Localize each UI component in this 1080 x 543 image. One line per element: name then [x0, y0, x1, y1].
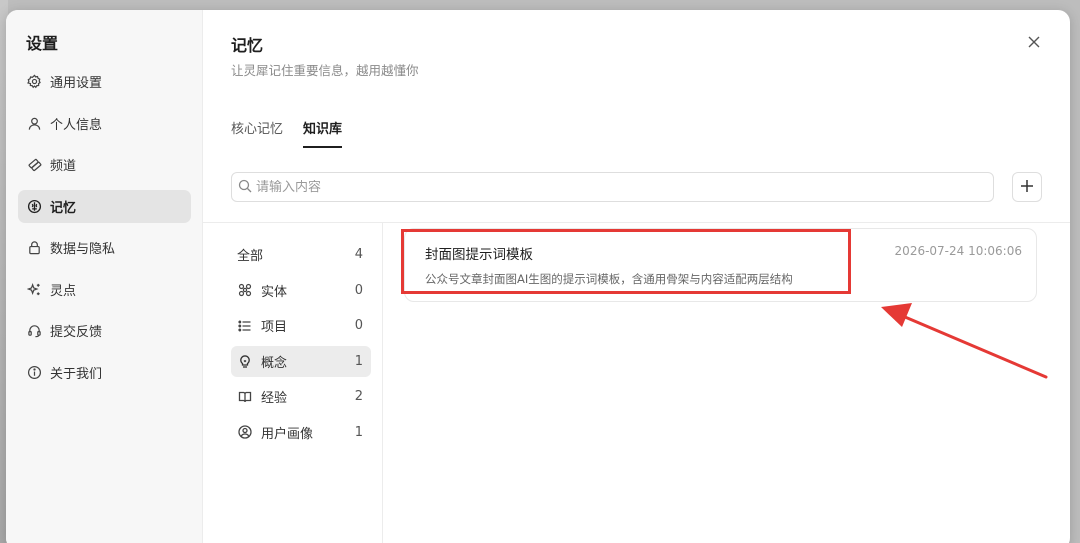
entity-icon — [237, 282, 253, 298]
list-icon — [237, 318, 253, 334]
sidebar-item-sparks[interactable]: 灵点 — [18, 273, 191, 306]
category-all[interactable]: 全部 4 — [231, 239, 371, 270]
category-label: 全部 — [237, 249, 264, 264]
memory-card[interactable]: 封面图提示词模板 公众号文章封面图AI生图的提示词模板，含通用骨架与内容适配两层… — [404, 228, 1037, 302]
card-title: 封面图提示词模板 — [425, 247, 533, 263]
category-list: 全部 4 实体 0 项目 0 概念 1 经验 2 用户画像 1 — [231, 239, 371, 452]
settings-dialog: 设置 通用设置 个人信息 频道 记忆 数据与隐私 灵点 提交反馈 关于我们 记忆… — [6, 10, 1070, 543]
category-count: 1 — [354, 424, 363, 440]
bulb-icon — [237, 353, 253, 369]
gear-icon — [26, 74, 42, 90]
card-description: 公众号文章封面图AI生图的提示词模板，含通用骨架与内容适配两层结构 — [425, 272, 793, 286]
add-button[interactable] — [1012, 172, 1042, 202]
sidebar-item-label: 数据与隐私 — [50, 242, 116, 257]
category-count: 2 — [354, 389, 363, 404]
sidebar-item-label: 灵点 — [50, 283, 77, 299]
sidebar-item-label: 关于我们 — [50, 366, 103, 382]
sidebar-item-memory[interactable]: 记忆 — [18, 189, 191, 223]
page-subtitle: 让灵犀记住重要信息，越用越懂你 — [231, 63, 419, 78]
sidebar-item-general[interactable]: 通用设置 — [18, 65, 191, 98]
category-count: 0 — [354, 318, 363, 333]
search-input[interactable] — [256, 179, 993, 195]
category-user-profile[interactable]: 用户画像 1 — [231, 417, 371, 448]
memory-icon — [26, 198, 42, 214]
divider — [383, 222, 1070, 223]
sidebar-item-profile[interactable]: 个人信息 — [18, 107, 191, 140]
book-icon — [237, 389, 253, 405]
search-icon — [238, 178, 252, 197]
page-title: 记忆 — [231, 36, 264, 55]
sparkle-icon — [26, 281, 42, 297]
category-label: 实体 — [261, 284, 288, 300]
sidebar-item-about[interactable]: 关于我们 — [18, 356, 191, 389]
category-project[interactable]: 项目 0 — [231, 310, 371, 341]
sidebar-item-privacy[interactable]: 数据与隐私 — [18, 231, 191, 264]
sidebar-item-channel[interactable]: 频道 — [18, 148, 191, 181]
category-label: 用户画像 — [261, 426, 314, 442]
info-icon — [26, 364, 42, 380]
plus-icon — [1020, 178, 1034, 197]
tab-core-memory[interactable]: 核心记忆 — [231, 118, 283, 148]
category-count: 0 — [354, 282, 363, 298]
category-entity[interactable]: 实体 0 — [231, 275, 371, 306]
sidebar-item-label: 记忆 — [50, 200, 77, 216]
sidebar-nav: 通用设置 个人信息 频道 记忆 数据与隐私 灵点 提交反馈 关于我们 — [18, 65, 191, 397]
user-circle-icon — [237, 424, 253, 440]
sidebar-item-label: 频道 — [50, 159, 77, 174]
channel-icon — [26, 157, 42, 173]
tab-bar: 核心记忆 知识库 — [231, 118, 362, 148]
sidebar-item-label: 提交反馈 — [50, 325, 103, 340]
sidebar-title: 设置 — [26, 34, 59, 53]
headset-icon — [26, 323, 42, 339]
sidebar: 设置 通用设置 个人信息 频道 记忆 数据与隐私 灵点 提交反馈 关于我们 — [6, 10, 203, 543]
category-count: 1 — [354, 353, 363, 369]
category-count: 4 — [354, 247, 363, 262]
close-icon — [1028, 33, 1040, 52]
category-panel: 全部 4 实体 0 项目 0 概念 1 经验 2 用户画像 1 — [203, 222, 383, 543]
sidebar-item-label: 通用设置 — [50, 76, 103, 91]
user-icon — [26, 115, 42, 131]
sidebar-item-feedback[interactable]: 提交反馈 — [18, 314, 191, 347]
card-timestamp: 2026-07-24 10:06:06 — [894, 244, 1022, 258]
category-label: 经验 — [261, 391, 288, 406]
sidebar-item-label: 个人信息 — [50, 117, 103, 133]
category-concept[interactable]: 概念 1 — [231, 345, 371, 377]
category-label: 项目 — [261, 320, 288, 335]
search-box[interactable] — [231, 172, 994, 202]
category-experience[interactable]: 经验 2 — [231, 381, 371, 412]
tab-knowledge-base[interactable]: 知识库 — [303, 118, 343, 148]
close-button[interactable] — [1026, 34, 1042, 50]
main-panel: 记忆 让灵犀记住重要信息，越用越懂你 核心记忆 知识库 请输入内容 全部 4 实… — [203, 10, 1070, 543]
lock-icon — [26, 240, 42, 256]
category-label: 概念 — [261, 355, 288, 371]
